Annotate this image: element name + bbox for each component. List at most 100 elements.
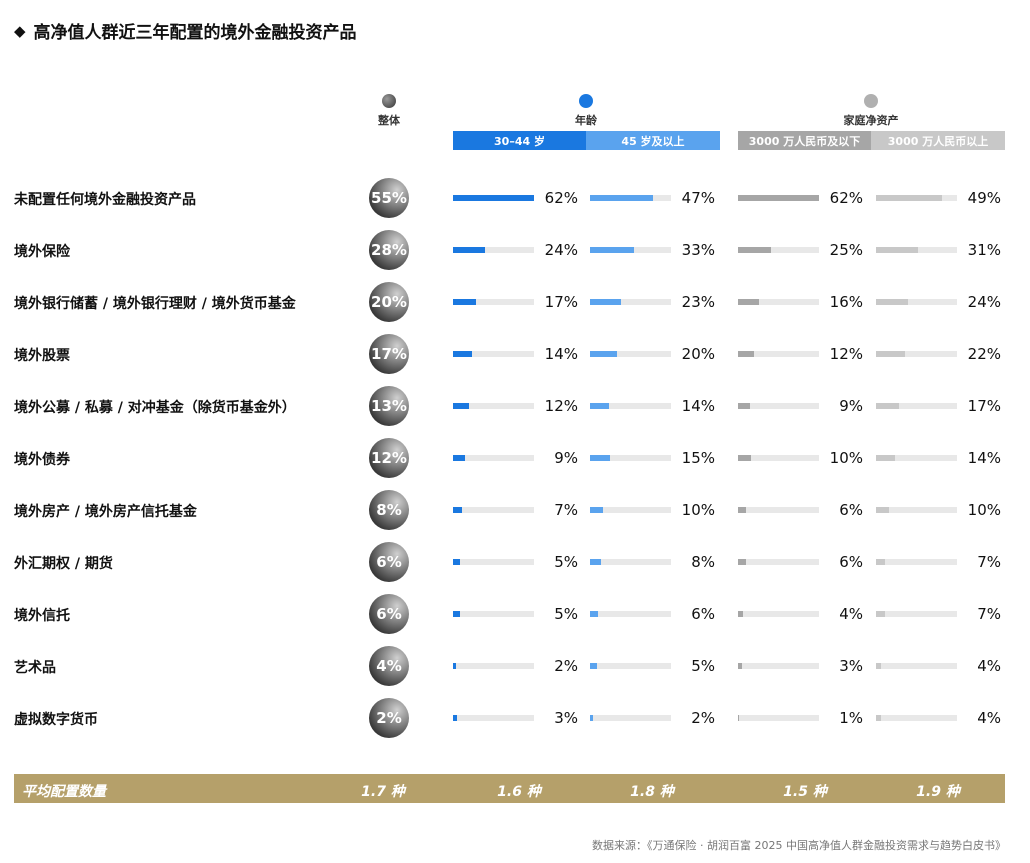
bar-wealth-low [738,611,744,617]
value-label-wealth-low: 4% [819,605,863,623]
value-label-wealth-high: 7% [957,605,1001,623]
value-label-wealth-high: 24% [957,293,1001,311]
bar-wealth-low [738,195,822,201]
legend-wealth: 家庭净资产 [843,114,899,127]
bar-wealth-high [876,195,942,201]
value-label-age-30-44: 24% [534,241,578,259]
bar-wealth-low [738,403,751,409]
overall-value-label: 12% [371,449,407,467]
value-label-wealth-low: 25% [819,241,863,259]
value-label-age-45-plus: 2% [671,709,715,727]
bar-age-45-plus [590,507,604,513]
bar-age-30-44 [453,195,537,201]
value-label-wealth-high: 4% [957,657,1001,675]
bar-wealth-low [738,715,740,721]
overall-value-circle: 6% [369,542,409,582]
value-label-wealth-low: 6% [819,501,863,519]
column-header-age-30-44: 30–44 岁 [453,131,586,150]
overall-value-label: 20% [371,293,407,311]
overall-value-circle: 12% [369,438,409,478]
average-count-age-45-plus: 1.8 种 [630,784,674,800]
bar-wealth-high [876,299,909,305]
bar-wealth-high [876,663,882,669]
bar-age-45-plus [590,195,653,201]
bar-wealth-low [738,663,743,669]
bar-wealth-low [738,455,752,461]
value-label-age-30-44: 17% [534,293,578,311]
value-label-wealth-low: 6% [819,553,863,571]
value-label-wealth-high: 17% [957,397,1001,415]
bar-wealth-high [876,611,886,617]
title-text: 高净值人群近三年配置的境外金融投资产品 [33,23,357,43]
overall-value-label: 6% [376,605,402,623]
value-label-age-45-plus: 47% [671,189,715,207]
value-label-age-45-plus: 10% [671,501,715,519]
value-label-age-30-44: 2% [534,657,578,675]
bar-wealth-high [876,715,882,721]
overall-value-label: 13% [371,397,407,415]
row-label: 境外债券 [14,452,70,468]
age-dot-icon [579,94,593,108]
bar-wealth-low [738,507,747,513]
value-label-age-30-44: 5% [534,605,578,623]
legend-overall: 整体 [378,114,400,127]
bar-age-30-44 [453,403,470,409]
diamond-icon: ◆ [14,21,26,40]
row-label: 境外银行储蓄 / 境外银行理财 / 境外货币基金 [14,296,296,312]
row-label: 虚拟数字货币 [14,712,98,728]
bar-wealth-high [876,247,918,253]
value-label-wealth-low: 9% [819,397,863,415]
overall-value-circle: 17% [369,334,409,374]
bar-age-30-44 [453,455,466,461]
value-label-wealth-low: 3% [819,657,863,675]
row-label: 境外信托 [14,608,70,624]
value-label-age-45-plus: 14% [671,397,715,415]
overall-value-label: 28% [371,241,407,259]
bar-age-30-44 [453,611,460,617]
value-label-wealth-high: 22% [957,345,1001,363]
value-label-wealth-high: 7% [957,553,1001,571]
bar-wealth-high [876,403,899,409]
bar-wealth-low [738,247,772,253]
bar-age-30-44 [453,247,486,253]
bar-age-30-44 [453,299,476,305]
bar-age-30-44 [453,715,458,721]
value-label-age-45-plus: 20% [671,345,715,363]
value-label-wealth-low: 10% [819,449,863,467]
overall-value-circle: 28% [369,230,409,270]
bar-age-30-44 [453,351,472,357]
value-label-age-30-44: 3% [534,709,578,727]
row-label: 艺术品 [14,660,56,676]
value-label-wealth-low: 1% [819,709,863,727]
bar-age-45-plus [590,559,601,565]
page-title: ◆ 高净值人群近三年配置的境外金融投资产品 [14,18,357,44]
overall-value-label: 55% [371,189,407,207]
bar-age-30-44 [453,507,463,513]
overall-value-circle: 13% [369,386,409,426]
value-label-wealth-high: 4% [957,709,1001,727]
overall-value-label: 2% [376,709,402,727]
value-label-wealth-high: 14% [957,449,1001,467]
overall-dot-icon [382,94,396,108]
value-label-age-30-44: 9% [534,449,578,467]
row-label: 境外房产 / 境外房产信托基金 [14,504,197,520]
row-label: 境外公募 / 私募 / 对冲基金（除货币基金外） [14,400,296,416]
row-label: 境外股票 [14,348,70,364]
average-count-wealth-low: 1.5 种 [783,784,827,800]
row-label: 境外保险 [14,244,70,260]
legend-age: 年龄 [575,114,597,127]
bar-wealth-high [876,507,890,513]
bar-wealth-high [876,559,886,565]
value-label-age-45-plus: 8% [671,553,715,571]
overall-value-label: 8% [376,501,402,519]
value-label-age-30-44: 5% [534,553,578,571]
value-label-age-30-44: 14% [534,345,578,363]
overall-value-circle: 55% [369,178,409,218]
bar-wealth-low [738,299,760,305]
value-label-age-45-plus: 23% [671,293,715,311]
value-label-wealth-low: 12% [819,345,863,363]
column-header-wealth-high: 3000 万人民币以上 [871,131,1005,150]
overall-value-label: 6% [376,553,402,571]
bar-age-30-44 [453,559,460,565]
bar-age-30-44 [453,663,456,669]
